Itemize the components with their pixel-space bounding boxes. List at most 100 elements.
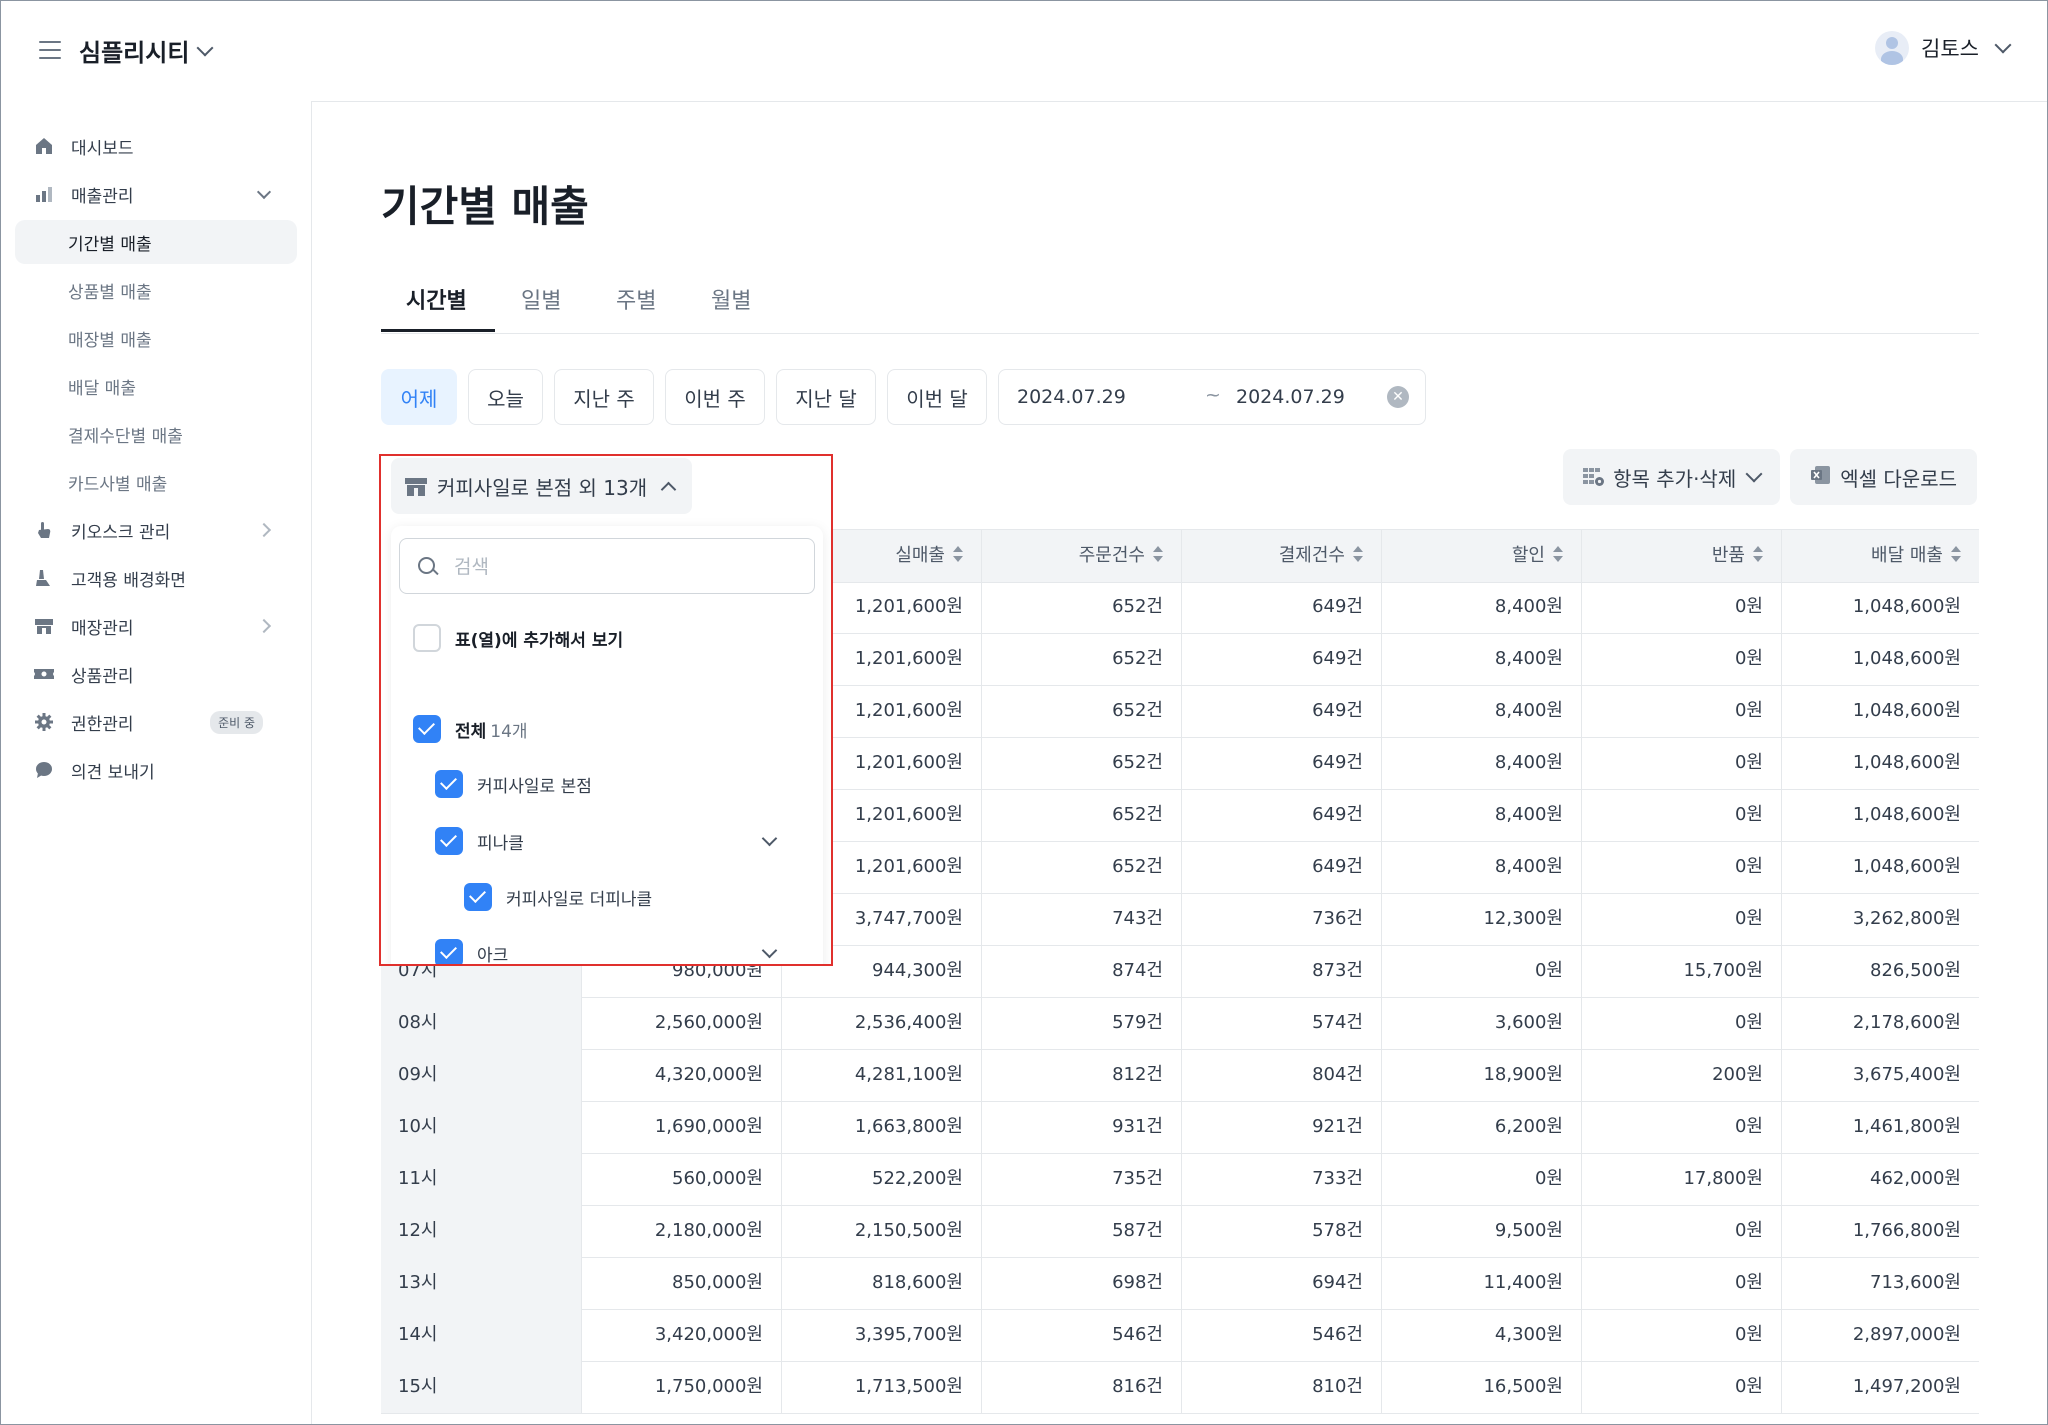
- ticket-icon: [33, 663, 55, 685]
- preset-this-month-button[interactable]: 이번 달: [887, 369, 987, 425]
- table-cell: 0원: [1581, 997, 1781, 1049]
- option-label: 표(열)에 추가해서 보기: [455, 630, 624, 651]
- table-row: 09시 4,320,000원 4,281,100원 812건 804건 18,900원 20…: [381, 1049, 1979, 1102]
- table-cell: 0원: [1581, 685, 1781, 737]
- select-all-option[interactable]: 전체 14개: [413, 715, 528, 743]
- sidebar-item-period-sales[interactable]: 기간별 매출: [15, 220, 297, 264]
- option-label: 아크: [477, 945, 509, 966]
- excel-download-button[interactable]: 엑셀 다운로드: [1790, 449, 1977, 505]
- chevron-down-icon[interactable]: [761, 830, 778, 847]
- header-discount[interactable]: 할인: [1381, 530, 1581, 582]
- checkbox[interactable]: [464, 883, 492, 911]
- table-row: 12시 2,180,000원 2,150,500원 587건 578건 9,500원 0원 1…: [381, 1205, 1979, 1258]
- sidebar-item-sales[interactable]: 매출관리: [15, 172, 297, 216]
- table-cell: 733건: [1181, 1153, 1381, 1205]
- tab-daily[interactable]: 일별: [521, 283, 561, 315]
- preset-last-month-button[interactable]: 지난 달: [776, 369, 876, 425]
- option-label: 커피사일로 더피나클: [506, 889, 653, 910]
- table-cell: 574건: [1181, 997, 1381, 1049]
- option-label: 전체: [455, 721, 487, 742]
- tab-monthly[interactable]: 월별: [711, 283, 751, 315]
- sidebar-item-permissions[interactable]: 권한관리 준비 중: [15, 700, 297, 744]
- chevron-down-icon[interactable]: [761, 942, 778, 959]
- edit-columns-button[interactable]: 항목 추가·삭제: [1563, 449, 1781, 505]
- sidebar-item-label: 기간별 매출: [68, 234, 152, 255]
- table-cell: 873건: [1181, 945, 1381, 997]
- header-order-count[interactable]: 주문건수: [981, 530, 1181, 582]
- header-label: 반품: [1711, 545, 1745, 566]
- table-cell: 2,897,000원: [1781, 1309, 1979, 1361]
- store-search-input[interactable]: [452, 551, 796, 583]
- store-group-option[interactable]: 아크: [435, 939, 778, 966]
- table-cell: 1,766,800원: [1781, 1205, 1979, 1257]
- sort-icon: [1153, 546, 1163, 562]
- table-cell: 16,500원: [1381, 1361, 1581, 1413]
- sidebar-item-label: 고객용 배경화면: [71, 570, 186, 591]
- table-cell: 1,048,600원: [1781, 789, 1979, 841]
- sidebar-item-label: 권한관리: [71, 714, 134, 735]
- checkbox[interactable]: [435, 827, 463, 855]
- preset-last-week-button[interactable]: 지난 주: [554, 369, 654, 425]
- sidebar-item-feedback[interactable]: 의견 보내기: [15, 748, 297, 792]
- preset-yesterday-button[interactable]: 어제: [381, 369, 457, 425]
- table-cell: 12,300원: [1381, 893, 1581, 945]
- sidebar-item-store-management[interactable]: 매장관리: [15, 604, 297, 648]
- clear-icon[interactable]: ✕: [1387, 386, 1409, 408]
- header-payment-count[interactable]: 결제건수: [1181, 530, 1381, 582]
- sidebar-item-card-sales[interactable]: 카드사별 매출: [15, 460, 297, 504]
- sidebar-item-delivery-sales[interactable]: 배달 매출: [15, 364, 297, 408]
- checkbox[interactable]: [435, 939, 463, 964]
- sidebar-item-label: 매장관리: [71, 618, 134, 639]
- workspace-switcher[interactable]: 심플리시티: [79, 33, 214, 68]
- table-cell: 1,713,500원: [781, 1361, 981, 1413]
- table-cell: 0원: [1581, 1309, 1781, 1361]
- store-group-option[interactable]: 피나클: [435, 827, 778, 855]
- chevron-up-icon: [660, 481, 677, 497]
- checkbox[interactable]: [413, 715, 441, 743]
- excel-download-label: 엑셀 다운로드: [1840, 466, 1957, 491]
- table-cell: 1,663,800원: [781, 1101, 981, 1153]
- preset-today-button[interactable]: 오늘: [468, 369, 543, 425]
- store-option[interactable]: 커피사일로 본점: [435, 770, 592, 798]
- user-name: 김토스: [1921, 37, 1979, 61]
- table-cell: 462,000원: [1781, 1153, 1979, 1205]
- menu-icon[interactable]: [39, 41, 61, 59]
- option-label: 피나클: [477, 833, 524, 854]
- header-returns[interactable]: 반품: [1581, 530, 1781, 582]
- sidebar-item-product-sales[interactable]: 상품별 매출: [15, 268, 297, 312]
- add-to-table-option[interactable]: 표(열)에 추가해서 보기: [413, 624, 623, 652]
- date-range-picker[interactable]: 2024.07.29 ~ 2024.07.29 ✕: [998, 369, 1426, 425]
- store-search-field[interactable]: [399, 538, 815, 594]
- range-separator: ~: [1205, 384, 1221, 406]
- store-filter-button[interactable]: 커피사일로 본점 외 13개: [391, 458, 693, 514]
- sidebar-item-store-sales[interactable]: 매장별 매출: [15, 316, 297, 360]
- end-date[interactable]: 2024.07.29: [1236, 386, 1345, 408]
- checkbox[interactable]: [413, 624, 441, 652]
- table-cell: 826,500원: [1781, 945, 1979, 997]
- sidebar-item-customer-wallpaper[interactable]: 고객용 배경화면: [15, 556, 297, 600]
- chat-bubble-icon: [33, 759, 55, 781]
- sidebar-item-dashboard[interactable]: 대시보드: [15, 124, 297, 168]
- sidebar-item-product-management[interactable]: 상품관리: [15, 652, 297, 696]
- user-menu[interactable]: 김토스: [1875, 31, 2012, 65]
- store-option[interactable]: 커피사일로 더피나클: [464, 883, 652, 911]
- table-cell: 3,600원: [1381, 997, 1581, 1049]
- table-cell: 8,400원: [1381, 841, 1581, 893]
- preset-this-week-button[interactable]: 이번 주: [665, 369, 765, 425]
- table-cell: 2,536,400원: [781, 997, 981, 1049]
- table-cell: 4,281,100원: [781, 1049, 981, 1101]
- header-delivery-sales[interactable]: 배달 매출: [1781, 530, 1979, 582]
- table-row: 14시 3,420,000원 3,395,700원 546건 546건 4,300원 0원 2…: [381, 1309, 1979, 1362]
- brand-name: 심플리시티: [79, 39, 190, 67]
- table-cell: 546건: [1181, 1309, 1381, 1361]
- checkbox[interactable]: [435, 770, 463, 798]
- start-date[interactable]: 2024.07.29: [1017, 386, 1126, 408]
- table-cell: 652건: [981, 685, 1181, 737]
- tab-hourly[interactable]: 시간별: [406, 283, 467, 315]
- sort-icon: [1753, 546, 1763, 562]
- tab-weekly[interactable]: 주별: [616, 283, 656, 315]
- table-cell: 200원: [1581, 1049, 1781, 1101]
- sidebar-item-kiosk[interactable]: 키오스크 관리: [15, 508, 297, 552]
- sidebar-item-label: 배달 매출: [68, 378, 136, 399]
- sidebar-item-payment-sales[interactable]: 결제수단별 매출: [15, 412, 297, 456]
